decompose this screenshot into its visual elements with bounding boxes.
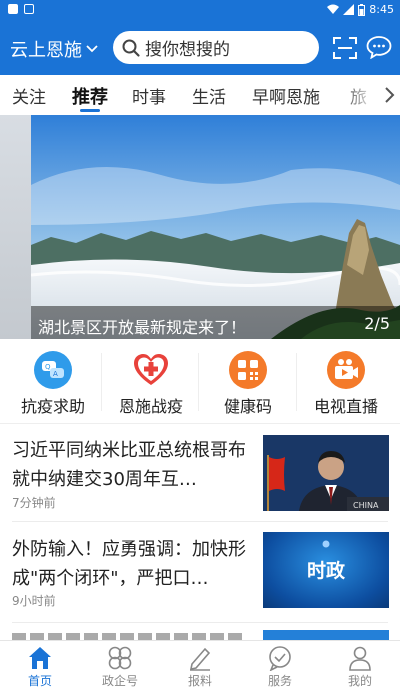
pencil-icon bbox=[189, 647, 211, 671]
tab-current-affairs[interactable]: 时事 bbox=[132, 83, 166, 108]
news-thumbnail: 时政 bbox=[263, 532, 389, 608]
tab-morning-enshi[interactable]: 早啊恩施 bbox=[252, 83, 320, 108]
quick-action-tv-live[interactable]: 电视直播 bbox=[297, 339, 395, 424]
scan-icon[interactable] bbox=[333, 37, 357, 59]
active-tab-indicator bbox=[80, 109, 100, 112]
user-icon bbox=[349, 646, 371, 671]
emblem-icon bbox=[322, 540, 330, 548]
search-icon bbox=[122, 39, 140, 57]
nav-label: 我的 bbox=[347, 674, 372, 688]
nav-services[interactable]: 服务 bbox=[240, 641, 320, 690]
tab-recommend[interactable]: 推荐 bbox=[72, 83, 108, 109]
banner-carousel[interactable]: 湖北景区开放最新规定来了！ 2/5 bbox=[0, 115, 400, 339]
wifi-icon bbox=[327, 4, 340, 14]
news-thumbnail bbox=[263, 630, 389, 640]
bottom-navigation: 首页 政企号 报料 服务 我的 bbox=[0, 640, 400, 690]
svg-text:Q: Q bbox=[45, 363, 51, 371]
chevron-down-icon bbox=[86, 45, 98, 53]
nav-profile[interactable]: 我的 bbox=[320, 641, 400, 690]
previous-slide-peek bbox=[0, 115, 31, 339]
qa-help-icon: QA bbox=[34, 351, 72, 389]
category-tabs: 关注 推荐 时事 生活 早啊恩施 旅 bbox=[0, 75, 400, 115]
news-time: 9小时前 bbox=[12, 594, 56, 608]
quick-action-health-code[interactable]: 健康码 bbox=[199, 339, 297, 424]
news-item[interactable]: 习近平同纳米比亚总统根哥布就中纳建交30周年互… 7分钟前 CHINA bbox=[0, 424, 400, 521]
home-icon bbox=[29, 647, 51, 669]
nav-label: 政企号 bbox=[101, 674, 138, 688]
thumbnail-caption: 时政 bbox=[306, 560, 345, 582]
quick-action-label: 抗疫求助 bbox=[20, 397, 85, 416]
news-item-partial[interactable] bbox=[0, 623, 400, 640]
search-placeholder: 搜你想搜的 bbox=[145, 40, 230, 60]
quick-action-label: 健康码 bbox=[223, 397, 272, 416]
heart-cross-icon bbox=[134, 354, 168, 385]
news-time: 7分钟前 bbox=[12, 496, 56, 510]
quick-action-label: 电视直播 bbox=[313, 397, 378, 416]
nav-label: 报料 bbox=[187, 674, 212, 688]
news-title: 习近平同纳米比亚总统根哥布就中纳建交30周年互… bbox=[12, 440, 246, 490]
service-icon bbox=[269, 646, 291, 671]
quick-action-fight-epidemic[interactable]: 恩施战疫 bbox=[102, 339, 200, 424]
nav-gov-enterprise[interactable]: 政企号 bbox=[80, 641, 160, 690]
app-bar: 云上恩施 搜你想搜的 bbox=[0, 20, 400, 75]
signal-icon bbox=[343, 4, 355, 15]
banner-title: 湖北景区开放最新规定来了！ bbox=[38, 318, 247, 337]
tab-more-button[interactable] bbox=[378, 83, 400, 107]
grid-icon bbox=[108, 646, 132, 670]
message-icon[interactable] bbox=[366, 35, 392, 59]
svg-text:CHINA: CHINA bbox=[353, 501, 379, 510]
battery-icon bbox=[358, 3, 366, 16]
tab-life[interactable]: 生活 bbox=[192, 83, 226, 108]
tv-camera-icon bbox=[327, 351, 365, 389]
news-thumbnail: CHINA bbox=[263, 435, 389, 511]
news-title-partial bbox=[12, 633, 242, 640]
nav-home[interactable]: 首页 bbox=[0, 641, 80, 690]
nav-label: 首页 bbox=[27, 674, 52, 688]
notification-icon bbox=[24, 4, 34, 14]
system-icons: 8:45 bbox=[327, 3, 394, 16]
banner-page-counter: 2/5 bbox=[364, 314, 390, 333]
region-label: 云上恩施 bbox=[10, 40, 82, 61]
news-item[interactable]: 外防输入！应勇强调：加快形成"两个闭环"，严把口… 9小时前 时政 bbox=[0, 522, 400, 622]
quick-action-help[interactable]: QA 抗疫求助 bbox=[4, 339, 102, 424]
nav-report[interactable]: 报料 bbox=[160, 641, 240, 690]
quick-actions: QA 抗疫求助 恩施战疫 健康码 电视直播 bbox=[0, 339, 400, 424]
health-code-icon bbox=[229, 351, 267, 389]
notification-icons bbox=[8, 4, 34, 14]
svg-text:A: A bbox=[53, 370, 58, 378]
clock: 8:45 bbox=[369, 3, 394, 16]
quick-action-label: 恩施战疫 bbox=[118, 397, 183, 416]
tab-follow[interactable]: 关注 bbox=[12, 83, 46, 108]
tab-fade bbox=[340, 75, 376, 115]
search-input[interactable]: 搜你想搜的 bbox=[113, 31, 319, 64]
chevron-right-icon bbox=[385, 87, 395, 103]
news-title: 外防输入！应勇强调：加快形成"两个闭环"，严把口… bbox=[12, 539, 246, 589]
notification-icon bbox=[8, 4, 18, 14]
region-selector[interactable]: 云上恩施 bbox=[10, 36, 98, 62]
status-bar: 8:45 bbox=[0, 0, 400, 20]
nav-label: 服务 bbox=[267, 674, 292, 688]
